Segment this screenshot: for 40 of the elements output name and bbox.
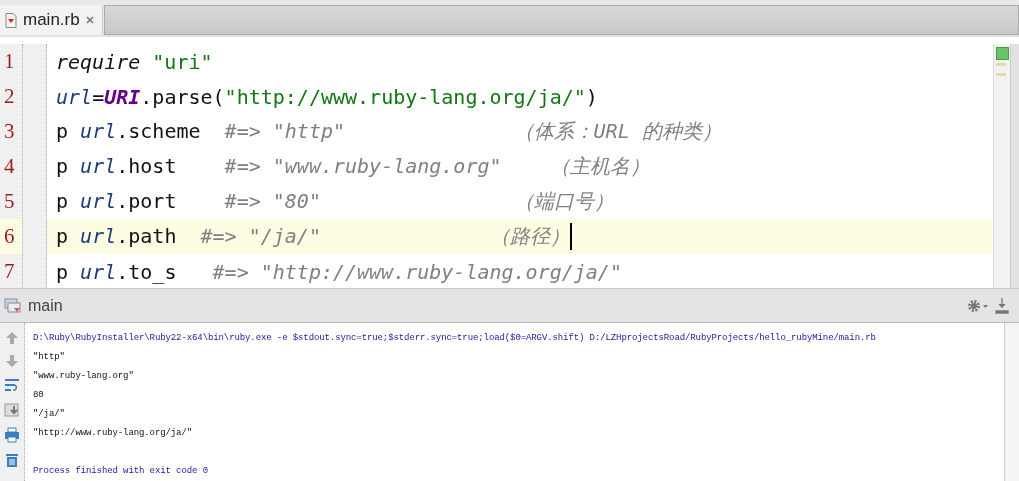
print-icon[interactable] <box>4 427 20 443</box>
console-output-line: D:\Ruby\RubyInstaller\Ruby22-x64\bin\ruby.exe -e $stdout.sync=true;$stderr.sync=true;load($0=ARGV.shift) D:/LZHprojectsRoad/RubyProjects/hello_rubyMine/main.rb <box>33 333 876 343</box>
line-number: 4 <box>3 153 16 181</box>
line-number: 1 <box>3 48 16 76</box>
code-line: p url.path #=> "/ja/" （路径） <box>56 223 570 251</box>
trash-icon[interactable] <box>4 452 20 468</box>
code-line: require "uri" <box>56 49 213 74</box>
line-number: 6 <box>0 219 22 255</box>
console-output-line: "http://www.ruby-lang.org/ja/" <box>33 428 193 438</box>
scrollbar[interactable] <box>1004 323 1019 481</box>
scroll-to-end-icon[interactable] <box>4 402 20 418</box>
pin-icon[interactable] <box>995 297 1009 314</box>
ruby-file-icon <box>5 12 17 28</box>
text-cursor <box>569 223 572 251</box>
console-icon <box>4 297 22 314</box>
down-arrow-icon[interactable] <box>5 354 19 368</box>
warning-marker <box>996 73 1006 77</box>
close-icon[interactable] <box>85 16 94 24</box>
scrollbar[interactable] <box>1010 44 1019 289</box>
wrap-icon[interactable] <box>4 377 20 393</box>
code-line: p url.host #=> "www.ruby-lang.org" （主机名） <box>56 153 650 181</box>
console-output-line: "/ja/" <box>33 409 65 419</box>
code-line: p url.port #=> "80" （端口号） <box>56 188 614 216</box>
status-indicator-icon <box>996 47 1009 61</box>
editor-tab[interactable]: main.rb <box>0 5 103 36</box>
code-line: p url.scheme #=> "http" （体系：URL 的种类） <box>56 118 722 146</box>
line-number: 2 <box>3 83 16 111</box>
run-panel-title: main <box>28 296 63 315</box>
line-number: 3 <box>3 118 16 146</box>
console-output-line: "www.ruby-lang.org" <box>33 371 134 381</box>
up-arrow-icon[interactable] <box>5 331 19 345</box>
code-line: p url.to_s #=> "http://www.ruby-lang.org/ja/" <box>56 259 622 284</box>
warning-marker <box>996 63 1006 67</box>
code-line: url=URI.parse("http://www.ruby-lang.org/ja/") <box>56 84 598 109</box>
settings-icon[interactable] <box>967 298 989 313</box>
line-number: 7 <box>3 258 16 286</box>
line-number: 5 <box>3 188 16 216</box>
console-output-line: Process finished with exit code 0 <box>33 466 208 476</box>
console-output-line: "http" <box>33 352 65 362</box>
console-output-line: 80 <box>33 390 44 400</box>
